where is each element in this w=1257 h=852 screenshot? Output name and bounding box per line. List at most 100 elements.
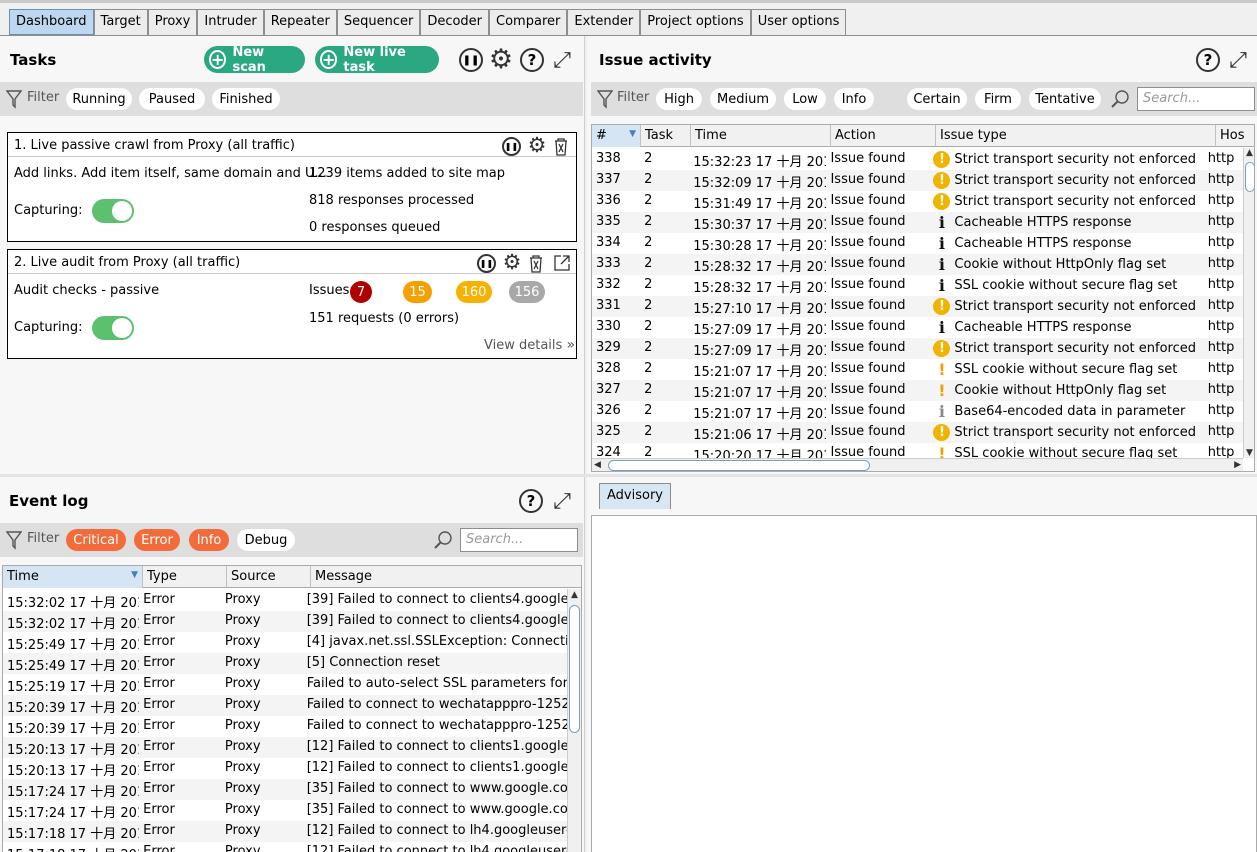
trash-icon[interactable] [552,135,570,157]
filter-icon[interactable] [5,529,23,551]
table-row[interactable]: 15:17:24 17 十月 2019 Error Proxy [35] Failed… [3,800,567,821]
pause-all-icon[interactable]: ❚❚ [459,48,483,72]
issues-info-badge[interactable]: 156 [509,281,545,303]
help-icon[interactable]: ? [519,489,543,513]
capturing-toggle[interactable] [92,199,134,223]
table-row[interactable]: 329 2 15:27:09 17 十月 2019 Issue found! Stric… [592,338,1243,359]
table-row[interactable]: 334 2 15:30:28 17 十月 2019 Issue found i Cache… [592,233,1243,254]
filter-error[interactable]: Error [134,529,180,551]
col-time[interactable]: Time [691,125,831,147]
scroll-left-arrow-icon[interactable]: ◀ [594,460,601,470]
table-row[interactable]: 336 2 15:31:49 17 十月 2019 Issue found! Stric… [592,191,1243,212]
issues-horizontal-scrollbar[interactable]: ◀ ▶ [592,458,1243,471]
tab-advisory[interactable]: Advisory [599,483,671,509]
table-row[interactable]: 15:17:18 17 十月 2019ErrorProxy[12] Failed… [3,842,567,852]
help-icon[interactable]: ? [1196,48,1220,72]
table-row[interactable]: 330 2 15:27:09 17 十月 2019 Issue found i Cache… [592,317,1243,338]
table-row[interactable]: 335 2 15:30:37 17 十月 2019 Issue found i Cache… [592,212,1243,233]
gear-icon[interactable]: ⚙ [487,44,515,75]
tab-intruder[interactable]: Intruder [197,9,264,35]
filter-certain[interactable]: Certain [907,88,967,110]
col-host[interactable]: Hos [1216,125,1254,147]
table-row[interactable]: 331 2 15:27:10 17 十月 2019 Issue found! Stric… [592,296,1243,317]
col-number[interactable]: # ▼ [592,125,641,147]
tab-comparer[interactable]: Comparer [489,9,568,35]
new-scan-button[interactable]: + New scan [204,45,305,75]
event-log-search-input[interactable]: Search... [460,528,578,552]
expand-icon[interactable]: ⤢ [549,488,575,514]
horizontal-splitter[interactable] [0,474,1257,477]
col-message[interactable]: Message [311,566,581,588]
pause-icon[interactable]: ❚❚ [502,137,521,156]
table-row[interactable]: 15:20:39 17 十月 2019 Error Proxy Failed to c… [3,716,567,737]
filter-icon[interactable] [5,88,23,110]
scroll-thumb[interactable] [569,605,580,733]
table-row[interactable]: 15:17:18 17 十月 2019ErrorProxy[12] Failed… [3,821,567,842]
expand-icon[interactable]: ⤢ [1225,47,1251,73]
filter-firm[interactable]: Firm [975,88,1021,110]
filter-high[interactable]: High [656,88,702,110]
filter-info[interactable]: Info [834,88,874,110]
table-row[interactable]: 15:32:02 17 十月 2019 Error Proxy [39] Failed… [3,611,567,632]
scroll-down-arrow-icon[interactable]: ▼ [1246,448,1253,458]
capturing-toggle[interactable] [92,316,134,340]
filter-tentative[interactable]: Tentative [1029,88,1101,110]
issues-medium-badge[interactable]: 15 [403,281,432,303]
task-card-1[interactable]: 1. Live passive crawl from Proxy (all tr… [7,132,577,242]
scroll-thumb[interactable] [1245,162,1254,192]
help-icon[interactable]: ? [520,48,544,72]
table-row[interactable]: 338 2 15:32:23 17 十月 2019 Issue found! Stric… [592,149,1243,170]
tab-project-options[interactable]: Project options [640,9,751,35]
col-type[interactable]: Type [143,566,227,588]
filter-info[interactable]: Info [189,529,229,551]
trash-icon[interactable] [527,252,545,274]
tab-decoder[interactable]: Decoder [420,9,490,35]
event-log-vertical-scrollbar[interactable]: ▲ [567,589,581,852]
new-live-task-button[interactable]: + New live task [315,45,439,75]
popout-icon[interactable] [552,252,572,274]
col-issue-type[interactable]: Issue type [936,125,1216,147]
tab-user-options[interactable]: User options [750,9,847,35]
issues-high-badge[interactable]: 7 [350,281,372,303]
task-card-2[interactable]: 2. Live audit from Proxy (all traffic) ❚… [7,249,577,359]
table-row[interactable]: 15:25:49 17 十月 2019 Error Proxy [5] Connect… [3,653,567,674]
view-details-link[interactable]: View details » [484,337,575,353]
tab-repeater[interactable]: Repeater [263,9,337,35]
filter-medium[interactable]: Medium [710,88,776,110]
scroll-up-arrow-icon[interactable]: ▲ [571,590,578,600]
scroll-up-arrow-icon[interactable]: ▲ [1246,148,1253,158]
table-row[interactable]: 326 2 15:21:07 17 十月 2019 Issue found i Base6… [592,401,1243,422]
issues-vertical-scrollbar[interactable]: ▲ ▼ [1243,148,1254,458]
scroll-thumb[interactable] [608,460,870,471]
tab-extender[interactable]: Extender [567,9,641,35]
tab-dashboard[interactable]: Dashboard [9,9,94,35]
filter-finished[interactable]: Finished [212,88,280,110]
table-row[interactable]: 325 2 15:21:06 17 十月 2019 Issue found! Stric… [592,422,1243,443]
search-icon[interactable] [1109,88,1131,110]
table-row[interactable]: 15:20:39 17 十月 2019 Error Proxy Failed to c… [3,695,567,716]
pause-icon[interactable]: ❚❚ [477,254,496,273]
table-row[interactable]: 15:20:13 17 十月 2019 Error Proxy [12] Failed… [3,758,567,779]
col-task[interactable]: Task [641,125,691,147]
table-row[interactable]: 15:32:02 17 十月 2019 Error Proxy [39] Failed… [3,590,567,611]
table-row[interactable]: 15:25:49 17 十月 2019 Error Proxy [4] javax.n… [3,632,567,653]
issues-low-badge[interactable]: 160 [456,281,492,303]
gear-icon[interactable]: ⚙ [526,133,548,157]
col-action[interactable]: Action [831,125,936,147]
issues-search-input[interactable]: Search... [1137,87,1255,111]
table-row[interactable]: 15:17:24 17 十月 2019 Error Proxy [35] Failed… [3,779,567,800]
filter-low[interactable]: Low [784,88,826,110]
search-icon[interactable] [432,529,454,551]
filter-icon[interactable] [596,88,614,110]
table-row[interactable]: 328 2 15:21:07 17 十月 2019 Issue found! SSL c… [592,359,1243,380]
tab-proxy[interactable]: Proxy [147,9,198,35]
gear-icon[interactable]: ⚙ [501,250,523,274]
table-row[interactable]: 327 2 15:21:07 17 十月 2019 Issue found! Cooki… [592,380,1243,401]
filter-running[interactable]: Running [66,88,132,110]
filter-debug[interactable]: Debug [237,529,295,551]
table-row[interactable]: 15:20:13 17 十月 2019 Error Proxy [12] Failed… [3,737,567,758]
table-row[interactable]: 333 2 15:28:32 17 十月 2019 Issue found i Cooki… [592,254,1243,275]
filter-paused[interactable]: Paused [139,88,205,110]
table-row[interactable]: 337 2 15:32:09 17 十月 2019 Issue found! Stric… [592,170,1243,191]
tab-sequencer[interactable]: Sequencer [336,9,421,35]
